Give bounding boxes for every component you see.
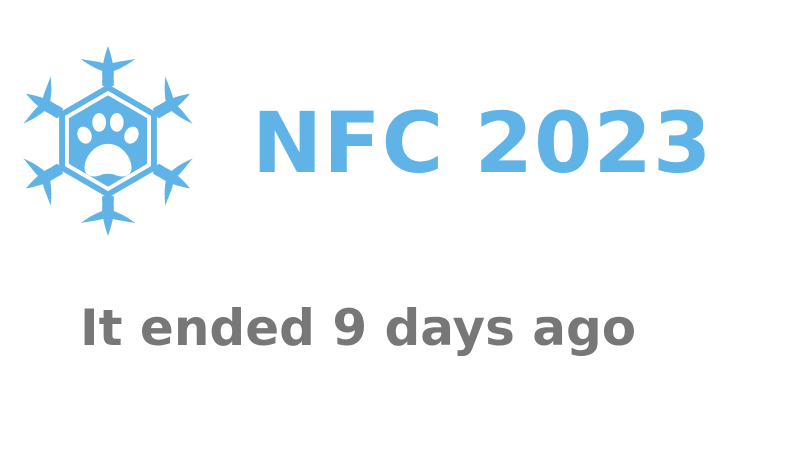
event-status-text: It ended 9 days ago (80, 299, 637, 357)
event-title: NFC 2023 (252, 94, 713, 192)
snowflake-paw-icon (20, 42, 196, 240)
countdown-banner: NFC 2023 It ended 9 days ago (0, 0, 800, 450)
